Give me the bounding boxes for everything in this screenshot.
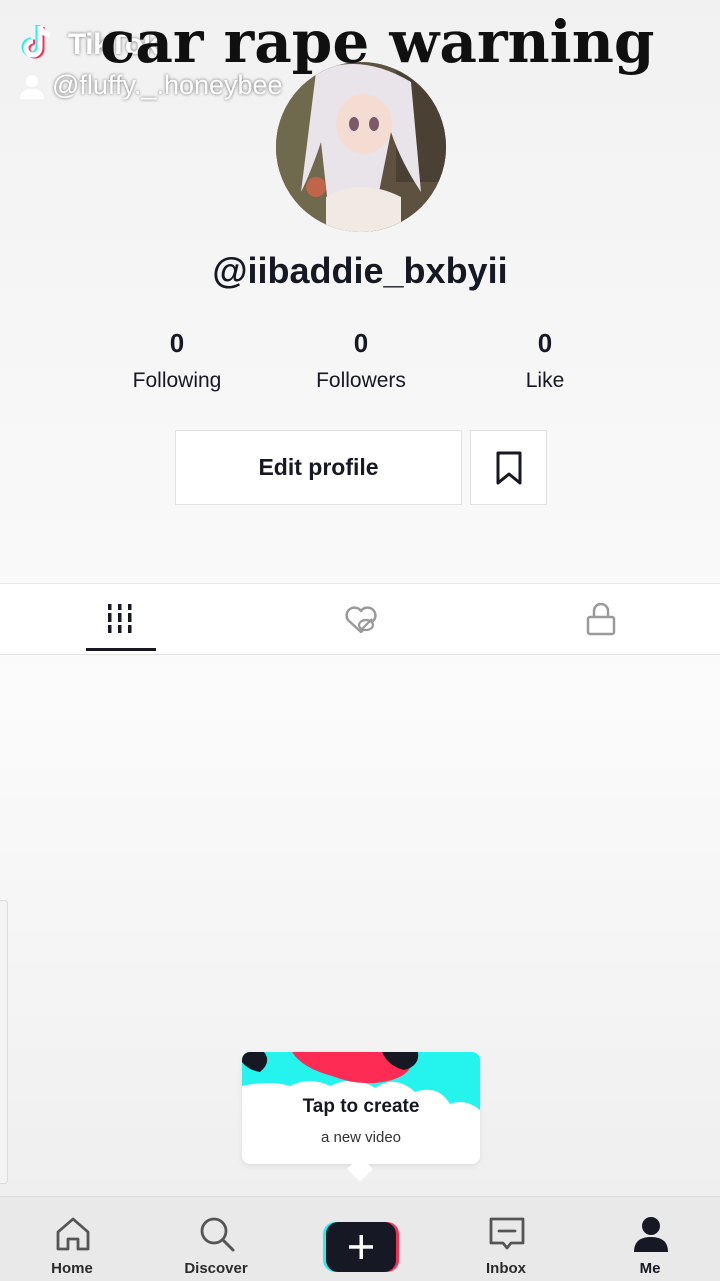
bookmark-icon [496,451,521,484]
nav-inbox-label: Inbox [486,1260,526,1277]
favorites-button[interactable] [470,430,547,505]
lock-icon [586,602,616,636]
likes-count: 0 [537,328,553,358]
profile-avatar[interactable] [276,62,446,232]
nav-home[interactable]: Home [17,1197,127,1281]
inbox-icon [489,1217,525,1250]
nav-home-label: Home [51,1260,93,1277]
active-tab-indicator [86,648,156,651]
liked-hidden-icon [345,606,377,634]
following-count[interactable]: 0 [97,328,257,359]
create-prompt-subtitle: a new video [320,1129,402,1146]
create-video-button[interactable] [323,1222,399,1272]
following-label[interactable]: Following [97,369,257,393]
grid-icon [108,604,132,633]
create-prompt-title: Tap to create [302,1096,420,1117]
nav-inbox[interactable]: Inbox [451,1197,561,1281]
tab-liked[interactable] [311,584,411,654]
edit-profile-button[interactable]: Edit profile [175,430,462,505]
avatar-illustration [276,62,446,232]
create-prompt-card[interactable]: Tap to create a new video [242,1052,480,1164]
edge-handle [0,900,8,1184]
likes-label: Like [525,369,565,392]
tab-private[interactable] [551,584,651,654]
nav-discover-label: Discover [184,1260,248,1277]
person-icon [634,1217,668,1252]
nav-me-label: Me [639,1260,661,1277]
search-icon [200,1217,235,1252]
followers-count[interactable]: 0 [281,328,441,359]
profile-tab-bar [0,583,720,655]
nav-discover[interactable]: Discover [161,1197,271,1281]
profile-username: @iibaddie_bxbyii [212,250,508,291]
user-silhouette-icon [20,75,44,99]
tiktok-logo-icon [21,25,51,59]
nav-me[interactable]: Me [595,1197,705,1281]
home-icon [56,1217,90,1251]
followers-label[interactable]: Followers [281,369,441,393]
tab-videos[interactable] [70,584,170,654]
overlay-caption: car rape warning [100,8,655,76]
